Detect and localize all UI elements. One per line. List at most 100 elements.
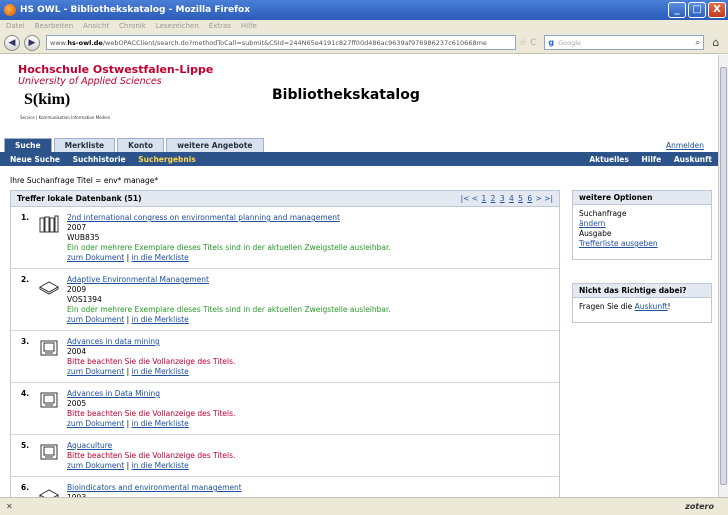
page-header: Hochschule Ostwestfalen-Lippe University… — [0, 55, 718, 135]
url-path: /webOPACClient/search.do?methodToCall=su… — [102, 38, 487, 47]
login-link[interactable]: Anmelden — [666, 141, 704, 150]
result-item: 4. Advances in Data Mining 2005 Bitte be… — [11, 383, 559, 435]
window-titlebar: HS OWL - Bibliothekskatalog - Mozilla Fi… — [0, 0, 728, 20]
google-icon: g — [548, 38, 555, 47]
zum-dokument-link[interactable]: zum Dokument — [67, 461, 124, 470]
result-availability: Ein oder mehrere Exemplare dieses Titels… — [67, 243, 391, 252]
university-logo[interactable]: Hochschule Ostwestfalen-Lippe University… — [18, 63, 213, 87]
logo-line-1: Hochschule Ostwestfalen-Lippe — [18, 63, 214, 76]
result-year: 2007 — [67, 223, 87, 232]
result-title[interactable]: Adaptive Environmental Management — [67, 275, 209, 284]
options-header: weitere Optionen — [573, 191, 711, 205]
merkliste-link[interactable]: in die Merkliste — [132, 419, 189, 428]
scrollbar-thumb[interactable] — [720, 67, 727, 485]
logo-line-2: University of Applied Sciences — [18, 76, 162, 87]
forward-button[interactable]: ▶ — [24, 34, 40, 51]
navigation-toolbar: ◀ ▶ www. hs-owl.de/webOPACClient/search.d… — [0, 32, 728, 54]
pager-page-3[interactable]: 3 — [500, 194, 505, 203]
pager-prev[interactable]: |< < — [461, 194, 478, 203]
menu-hilfe[interactable]: Hilfe — [241, 22, 257, 30]
ebook-icon — [40, 392, 58, 408]
zum-dokument-link[interactable]: zum Dokument — [67, 253, 124, 262]
result-title[interactable]: Advances in data mining — [67, 337, 160, 346]
url-bar[interactable]: www. hs-owl.de/webOPACClient/search.do?me… — [46, 35, 516, 50]
zum-dokument-link[interactable]: zum Dokument — [67, 315, 124, 324]
main-tabs: Suche Merkliste Konto weitere Angebote — [4, 138, 266, 152]
result-signature: WUB835 — [67, 233, 100, 242]
result-title[interactable]: Advances in Data Mining — [67, 389, 160, 398]
result-number: 3. — [21, 337, 30, 346]
home-icon[interactable]: ⌂ — [712, 36, 719, 49]
menu-bearbeiten[interactable]: Bearbeiten — [35, 22, 73, 30]
back-button[interactable]: ◀ — [4, 34, 20, 51]
result-title[interactable]: Aquaculture — [67, 441, 112, 450]
menu-datei[interactable]: Datei — [6, 22, 25, 30]
result-notice: Bitte beachten Sie die Vollanzeige des T… — [67, 409, 236, 418]
url-prefix: www. — [50, 38, 68, 47]
results-header: Treffer lokale Datenbank (51) |< < 1 2 3… — [11, 191, 559, 207]
pager-page-2[interactable]: 2 — [491, 194, 496, 203]
menu-chronik[interactable]: Chronik — [119, 22, 146, 30]
firefox-icon — [4, 4, 16, 16]
query-label: Suchanfrage — [579, 209, 627, 218]
close-icon[interactable]: ✕ — [6, 502, 13, 511]
subnav-neue-suche[interactable]: Neue Suche — [10, 155, 60, 164]
result-notice: Bitte beachten Sie die Vollanzeige des T… — [67, 451, 236, 460]
result-item: 5. Aquaculture Bitte beachten Sie die Vo… — [11, 435, 559, 477]
minimize-button[interactable]: _ — [668, 2, 686, 18]
page-content: Hochschule Ostwestfalen-Lippe University… — [0, 55, 718, 497]
url-domain: hs-owl.de — [67, 38, 103, 47]
bookmark-star-icon[interactable]: ☆ — [519, 38, 527, 48]
vertical-scrollbar[interactable] — [718, 55, 728, 497]
subnav-hilfe[interactable]: Hilfe — [641, 155, 661, 164]
merkliste-link[interactable]: in die Merkliste — [132, 315, 189, 324]
result-availability: Ein oder mehrere Exemplare dieses Titels… — [67, 305, 391, 314]
book-icon — [39, 281, 59, 295]
close-button[interactable]: X — [708, 2, 726, 18]
help-panel: Nicht das Richtige dabei? Fragen Sie die… — [572, 283, 712, 323]
pager-page-5[interactable]: 5 — [518, 194, 523, 203]
tab-merkliste[interactable]: Merkliste — [53, 138, 116, 152]
result-year: 2009 — [67, 285, 87, 294]
menu-ansicht[interactable]: Ansicht — [83, 22, 109, 30]
result-signature: VOS1394 — [67, 295, 102, 304]
merkliste-link[interactable]: in die Merkliste — [132, 367, 189, 376]
result-item: 2. Adaptive Environmental Management 200… — [11, 269, 559, 331]
result-number: 4. — [21, 389, 30, 398]
auskunft-link[interactable]: Auskunft — [635, 302, 668, 311]
subnav-auskunft[interactable]: Auskunft — [674, 155, 712, 164]
search-input[interactable]: g Google ⌕ — [544, 35, 705, 50]
subnav-suchhistorie[interactable]: Suchhistorie — [73, 155, 126, 164]
result-title[interactable]: 2nd international congress on environmen… — [67, 213, 340, 222]
zotero-button[interactable]: zotero — [685, 502, 714, 511]
merkliste-link[interactable]: in die Merkliste — [132, 461, 189, 470]
pager-page-1[interactable]: 1 — [481, 194, 486, 203]
maximize-button[interactable]: □ — [688, 2, 706, 18]
help-text: Fragen Sie die — [579, 302, 633, 311]
change-query-link[interactable]: ändern — [579, 219, 605, 228]
pager-page-4[interactable]: 4 — [509, 194, 514, 203]
result-item: 1. 2nd international congress on environ… — [11, 207, 559, 269]
zum-dokument-link[interactable]: zum Dokument — [67, 367, 124, 376]
result-item: 3. Advances in data mining 2004 Bitte be… — [11, 331, 559, 383]
tab-konto[interactable]: Konto — [117, 138, 165, 152]
search-icon[interactable]: ⌕ — [695, 38, 700, 48]
result-year: 2005 — [67, 399, 87, 408]
merkliste-link[interactable]: in die Merkliste — [132, 253, 189, 262]
export-results-link[interactable]: Trefferliste ausgeben — [579, 239, 658, 248]
results-panel: Treffer lokale Datenbank (51) |< < 1 2 3… — [10, 190, 560, 497]
multivolume-book-icon — [39, 215, 59, 233]
pager-page-6[interactable]: 6 — [527, 194, 532, 203]
menu-lesezeichen[interactable]: Lesezeichen — [156, 22, 199, 30]
tab-suche[interactable]: Suche — [4, 138, 52, 152]
pager-next[interactable]: > >| — [536, 194, 553, 203]
reload-button[interactable]: C — [530, 38, 536, 48]
zum-dokument-link[interactable]: zum Dokument — [67, 419, 124, 428]
subnav-suchergebnis[interactable]: Suchergebnis — [138, 155, 196, 164]
menu-extras[interactable]: Extras — [209, 22, 231, 30]
result-number: 5. — [21, 441, 30, 450]
result-title[interactable]: Bioindicators and environmental manageme… — [67, 483, 242, 492]
subnav-aktuelles[interactable]: Aktuelles — [589, 155, 629, 164]
tab-weitere-angebote[interactable]: weitere Angebote — [166, 138, 264, 152]
window-title: HS OWL - Bibliothekskatalog - Mozilla Fi… — [20, 5, 251, 15]
